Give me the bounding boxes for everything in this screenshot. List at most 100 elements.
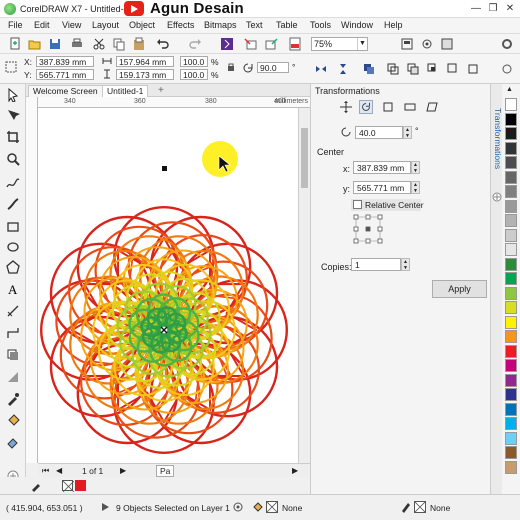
object-height-field[interactable]: 159.173 mm bbox=[116, 69, 174, 80]
front-minus-back-icon[interactable] bbox=[466, 62, 480, 76]
full-screen-icon[interactable] bbox=[400, 37, 414, 51]
create-boundary-icon[interactable] bbox=[500, 62, 514, 76]
color-proof-icon[interactable] bbox=[232, 501, 244, 513]
polygon-tool-icon[interactable] bbox=[6, 260, 20, 274]
scale-x-field[interactable]: 100.0 bbox=[180, 56, 208, 67]
prev-page-icon[interactable]: ◀ bbox=[56, 466, 62, 475]
color-swatch[interactable] bbox=[505, 127, 517, 140]
rotation-angle-field[interactable]: 90.0 bbox=[257, 62, 289, 73]
no-color-swatch[interactable] bbox=[62, 480, 75, 493]
color-swatch[interactable] bbox=[505, 359, 517, 372]
color-swatch[interactable] bbox=[505, 446, 517, 459]
connector-tool-icon[interactable] bbox=[6, 326, 20, 340]
add-docker-icon[interactable] bbox=[492, 192, 502, 202]
undo-icon[interactable] bbox=[156, 37, 170, 51]
color-swatch[interactable] bbox=[505, 228, 517, 242]
color-swatch[interactable] bbox=[505, 344, 517, 358]
color-swatch[interactable] bbox=[505, 257, 517, 271]
menu-help[interactable]: Help bbox=[384, 20, 403, 30]
zoom-tool-icon[interactable] bbox=[6, 152, 20, 166]
transparency-icon[interactable] bbox=[6, 370, 20, 384]
mirror-horizontal-icon[interactable] bbox=[314, 62, 328, 76]
object-width-field[interactable]: 157.964 mm bbox=[116, 56, 174, 67]
rotation-spinner[interactable]: ▲ ▼ bbox=[403, 126, 412, 139]
copies-spinner[interactable]: ▲ ▼ bbox=[401, 258, 410, 271]
menu-window[interactable]: Window bbox=[341, 20, 373, 30]
menu-file[interactable]: File bbox=[8, 20, 23, 30]
scale-mirror-icon[interactable] bbox=[381, 100, 395, 114]
weld-icon[interactable] bbox=[386, 62, 400, 76]
color-swatch[interactable] bbox=[505, 330, 517, 343]
color-swatch[interactable] bbox=[505, 141, 517, 155]
rectangle-tool-icon[interactable] bbox=[6, 220, 20, 234]
scroll-thumb[interactable] bbox=[301, 128, 308, 188]
vertical-scrollbar[interactable] bbox=[298, 108, 310, 463]
object-origin-icon[interactable] bbox=[4, 60, 18, 74]
menu-edit[interactable]: Edit bbox=[34, 20, 50, 30]
menu-text[interactable]: Text bbox=[246, 20, 263, 30]
play-icon[interactable] bbox=[100, 502, 110, 512]
color-swatch[interactable] bbox=[505, 243, 517, 256]
color-swatch[interactable] bbox=[505, 214, 517, 227]
color-swatch[interactable] bbox=[505, 402, 517, 416]
tab-welcome-screen[interactable]: Welcome Screen bbox=[28, 85, 103, 97]
paste-icon[interactable] bbox=[132, 37, 146, 51]
color-swatch[interactable] bbox=[505, 170, 517, 184]
color-swatch[interactable] bbox=[505, 301, 517, 314]
color-swatch[interactable] bbox=[505, 417, 517, 430]
color-swatch[interactable] bbox=[505, 373, 517, 387]
center-y-spinner[interactable]: ▲ ▼ bbox=[411, 181, 420, 194]
size-transform-icon[interactable] bbox=[403, 100, 417, 114]
combine-icon[interactable] bbox=[362, 62, 376, 76]
color-swatch[interactable] bbox=[505, 388, 517, 401]
menu-table[interactable]: Table bbox=[276, 20, 298, 30]
simplify-icon[interactable] bbox=[446, 62, 460, 76]
save-icon[interactable] bbox=[48, 37, 62, 51]
palette-scroll-up-icon[interactable]: ▲ bbox=[506, 86, 513, 93]
color-swatch[interactable] bbox=[505, 112, 517, 126]
color-swatch[interactable] bbox=[505, 286, 517, 300]
eyedropper-icon[interactable] bbox=[30, 480, 42, 492]
center-x-spinner[interactable]: ▲ ▼ bbox=[411, 161, 420, 174]
color-swatch[interactable] bbox=[505, 431, 517, 445]
skew-transform-icon[interactable] bbox=[425, 100, 439, 114]
intersect-icon[interactable] bbox=[426, 62, 440, 76]
vertical-ruler[interactable] bbox=[26, 97, 38, 463]
ellipse-tool-icon[interactable] bbox=[6, 240, 20, 254]
tab-untitled-1[interactable]: Untitled-1 bbox=[102, 85, 149, 97]
export-icon[interactable] bbox=[264, 37, 278, 51]
import-icon[interactable] bbox=[244, 37, 258, 51]
snap-to-icon[interactable] bbox=[440, 37, 454, 51]
crop-tool-icon[interactable] bbox=[6, 130, 20, 144]
minimize-icon[interactable]: — bbox=[468, 2, 484, 16]
maximize-icon[interactable]: ❐ bbox=[485, 2, 501, 16]
object-x-field[interactable]: 387.839 mm bbox=[36, 56, 94, 67]
menu-tools[interactable]: Tools bbox=[310, 20, 331, 30]
text-tool-icon[interactable]: A bbox=[6, 282, 20, 296]
object-y-field[interactable]: 565.771 mm bbox=[36, 69, 94, 80]
menu-object[interactable]: Object bbox=[129, 20, 155, 30]
corel-connect-icon[interactable] bbox=[220, 37, 234, 51]
rotate-transform-icon[interactable] bbox=[359, 100, 373, 114]
red-swatch[interactable] bbox=[75, 480, 86, 491]
color-swatch[interactable] bbox=[505, 272, 517, 285]
smart-fill-icon[interactable] bbox=[6, 436, 20, 450]
options-icon[interactable] bbox=[500, 37, 514, 51]
new-document-icon[interactable] bbox=[8, 37, 22, 51]
show-rulers-icon[interactable] bbox=[420, 37, 434, 51]
color-swatch[interactable] bbox=[505, 199, 517, 213]
print-icon[interactable] bbox=[70, 37, 84, 51]
publish-pdf-icon[interactable] bbox=[288, 37, 302, 51]
selection-handle[interactable] bbox=[162, 166, 167, 171]
menu-layout[interactable]: Layout bbox=[92, 20, 119, 30]
apply-button[interactable]: Apply bbox=[432, 280, 487, 298]
zoom-level-select[interactable]: 75% ▼ bbox=[311, 37, 368, 51]
trim-icon[interactable] bbox=[406, 62, 420, 76]
freehand-tool-icon[interactable] bbox=[6, 176, 20, 190]
position-transform-icon[interactable] bbox=[339, 100, 353, 114]
fill-none-swatch[interactable] bbox=[266, 501, 278, 513]
lock-ratio-icon[interactable] bbox=[226, 62, 236, 72]
redo-icon[interactable] bbox=[188, 37, 202, 51]
center-y-field[interactable]: 565.771 mm bbox=[353, 181, 411, 194]
color-swatch[interactable] bbox=[505, 156, 517, 169]
